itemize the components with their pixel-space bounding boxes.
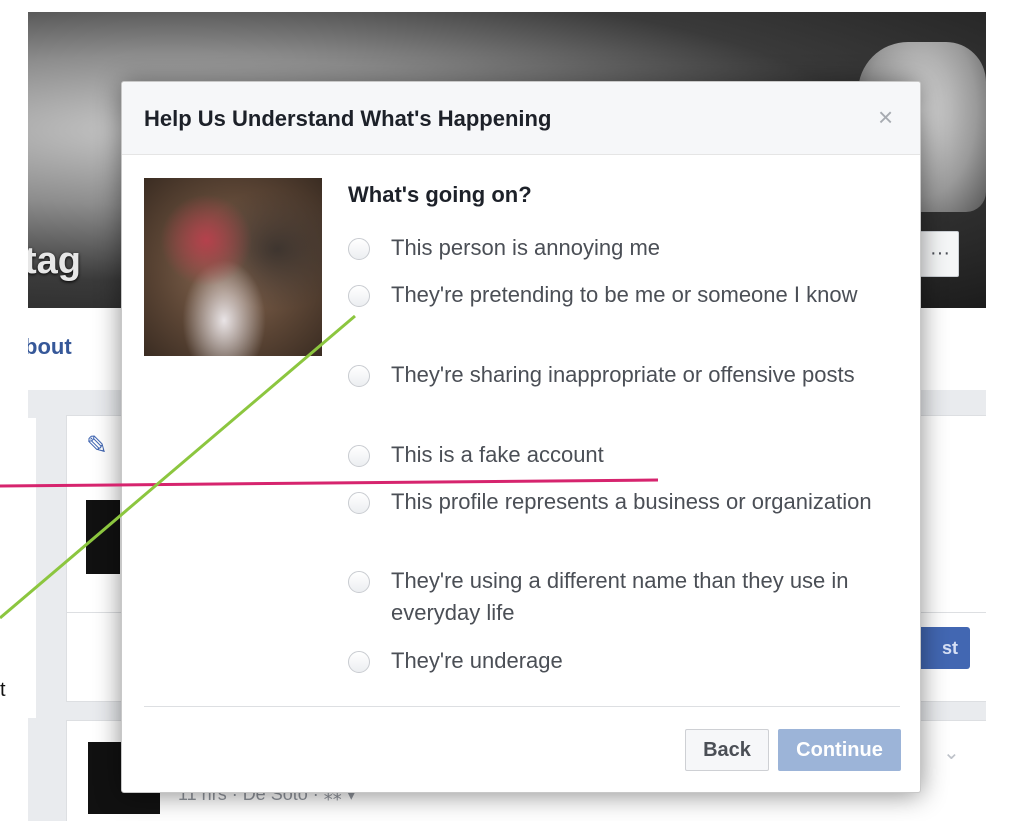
dialog-title: Help Us Understand What's Happening (144, 106, 552, 131)
back-button[interactable]: Back (685, 729, 769, 771)
radio-button[interactable] (348, 651, 370, 673)
left-column-card (28, 418, 36, 718)
radio-button[interactable] (348, 365, 370, 387)
report-dialog: Help Us Understand What's Happening × Wh… (121, 81, 921, 793)
radio-button[interactable] (348, 445, 370, 467)
profile-name: tag (28, 240, 81, 282)
radio-button[interactable] (348, 571, 370, 593)
close-icon[interactable]: × (878, 104, 893, 130)
option-label: They're using a different name than they… (391, 568, 849, 625)
outside-text-fragment: t (0, 679, 6, 701)
option-label: This is a fake account (391, 442, 604, 467)
nav-tab-about[interactable]: bout (28, 334, 72, 360)
dialog-header: Help Us Understand What's Happening × (122, 82, 920, 155)
question-heading: What's going on? (348, 182, 532, 207)
option-label: This profile represents a business or or… (391, 489, 872, 514)
composer-avatar (86, 500, 120, 574)
dialog-footer-divider (144, 706, 900, 707)
chevron-down-icon[interactable]: ⌄ (943, 740, 960, 765)
continue-button[interactable]: Continue (778, 729, 901, 771)
pencil-icon: ✎ (86, 430, 108, 460)
radio-button[interactable] (348, 238, 370, 260)
option-label: They're sharing inappropriate or offensi… (391, 362, 855, 387)
reported-profile-photo (144, 178, 322, 356)
option-label: They're pretending to be me or someone I… (391, 282, 858, 307)
radio-button[interactable] (348, 285, 370, 307)
radio-button[interactable] (348, 492, 370, 514)
option-label: They're underage (391, 648, 563, 673)
option-label: This person is annoying me (391, 235, 661, 260)
